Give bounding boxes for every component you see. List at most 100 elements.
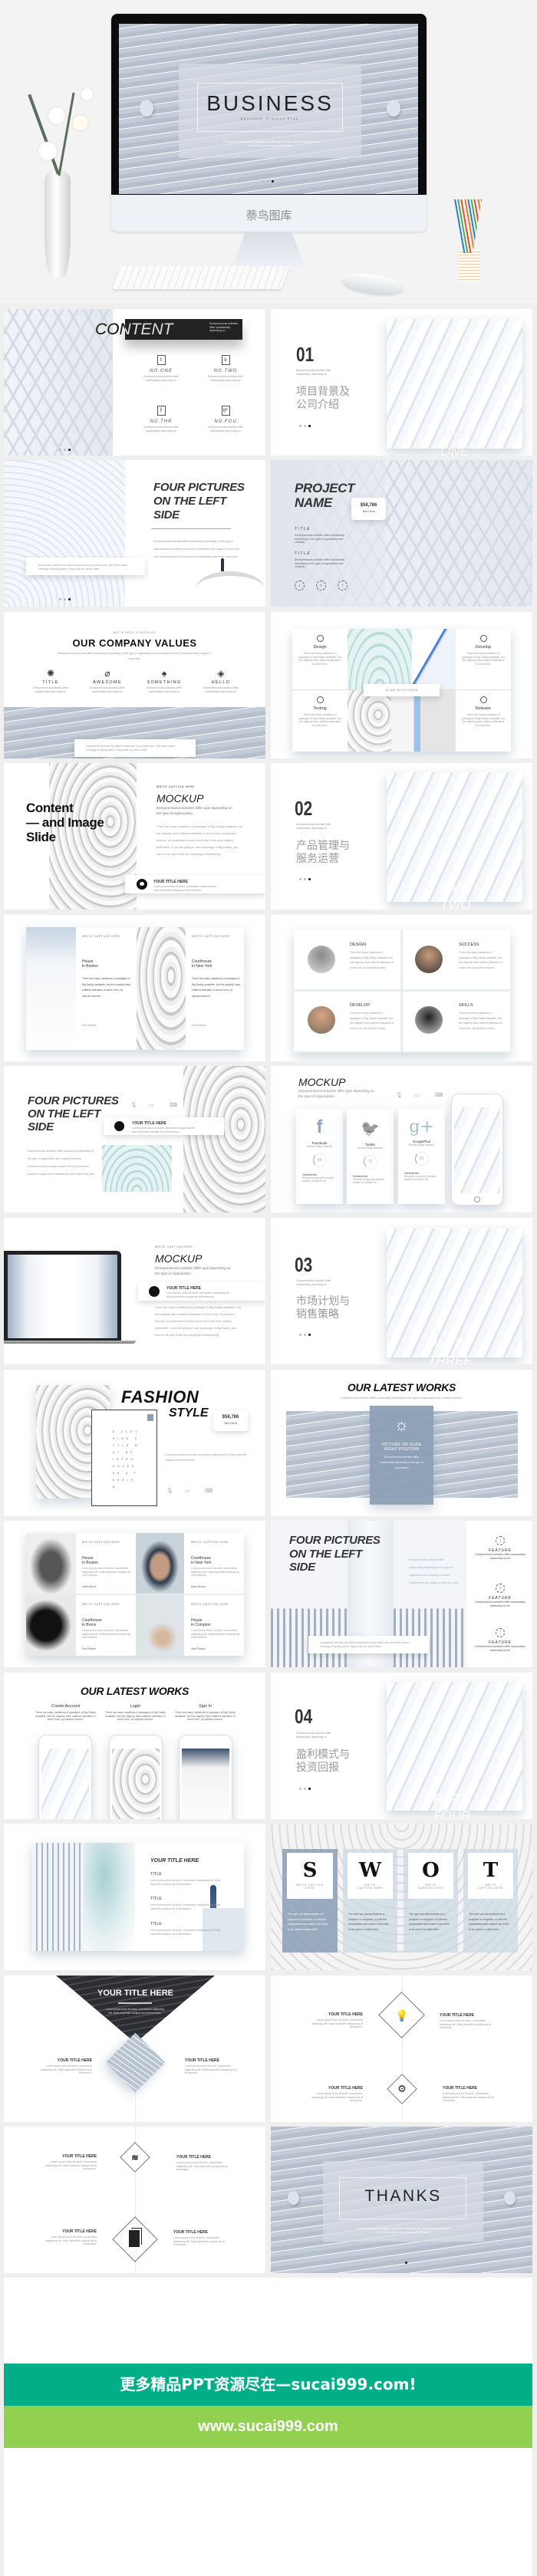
quote-icon: “ (394, 321, 410, 356)
microphone-icon[interactable]: 🎙 (166, 1488, 173, 1494)
slide-features[interactable]: FOUR PICTURES ON THE LEFT SIDE Entrepreneu… (271, 1521, 532, 1667)
team-card[interactable]: SKILLS There are many variations of pass… (403, 992, 510, 1051)
slide-four-pictures[interactable]: FOUR PICTURES ON THE LEFT SIDE Entrepreneu… (4, 460, 265, 607)
icon-item[interactable]: Testing There are many variations of pas… (298, 696, 341, 727)
social-card[interactable]: f Facebook Human Ways Itinerary 45 Gener… (296, 1109, 343, 1204)
slide-swot[interactable]: S WRITE CAPTION HERE The user can demons… (271, 1824, 532, 1970)
slide-part-three[interactable]: 03 Entrepreneurial activities differ sub… (271, 1218, 532, 1364)
section-title: 产品管理与 服务运营 (296, 840, 350, 865)
site-url-link[interactable]: www.sucai999.com (4, 2406, 532, 2448)
swot-card[interactable]: T WRITE CAPTION HERE The user can demons… (463, 1849, 518, 1953)
value-item[interactable]: ♠ SOMETHING Entrepreneurial activities d… (141, 668, 187, 693)
slide-fashion-style[interactable]: A CLOTHING STYLE MAY BE INTRODUCED AS A … (4, 1370, 265, 1516)
slide-social-mockup[interactable]: MOCKUP Entrepreneurial activities differ… (271, 1066, 532, 1212)
content-item[interactable]: f NO.THR Entrepreneurial activities diff… (134, 406, 188, 434)
quote-box: A wonderful serenity has taken possessio… (74, 739, 196, 757)
app-column[interactable]: Sign In There are many variations of pas… (173, 1704, 238, 1722)
swot-card[interactable]: S WRITE CAPTION HERE The user can demons… (282, 1849, 338, 1953)
title-box[interactable]: YOUR TITLE HERE Lorem ipsum dolor sit am… (125, 875, 265, 893)
flowers (19, 77, 115, 176)
person-card[interactable]: WRITE CAPTION HERE Courthouse in Bronx L… (82, 1603, 132, 1650)
arrow-up-icon[interactable]: ↑ (338, 581, 348, 591)
title-box[interactable]: YOUR TITLE HERE Lorem ipsum dolor sit am… (138, 1282, 265, 1301)
pie-chart-icon (479, 696, 487, 703)
businessman-figure (221, 558, 224, 571)
feature-item[interactable]: ○ FEATURE Entrepreneurial activities dif… (473, 1584, 527, 1607)
microphone-icon[interactable]: 🎙 (396, 1092, 403, 1098)
screen-subtitle: Business Project Plan (240, 117, 300, 120)
icon-item[interactable]: Develop There are many variations of pas… (462, 635, 505, 666)
slide-project-name[interactable]: PROJECT NAME $58,786 Text Here TITLE Entr… (271, 460, 532, 607)
person-card[interactable]: WRITE CAPTION HERE House in Boston Lorem… (82, 1541, 132, 1588)
slide-team[interactable]: DESIGN There are many variations of pass… (271, 915, 532, 1061)
slide-part-one[interactable]: 01 Entrepreneurial activities differ sub… (271, 309, 532, 456)
slide-people[interactable]: WRITE CAPTION HERE House in Boston Lorem… (4, 1521, 265, 1667)
twitter-icon: 🐦 (361, 1120, 380, 1137)
title-box[interactable]: YOUR TITLE HERE Lorem ipsum dolor sit am… (104, 1117, 224, 1135)
value-item[interactable]: ⌀ AWESOME Entrepreneurial activities dif… (84, 668, 130, 693)
monitor: BUSINESS Business Project Plan Lorem ips… (111, 14, 427, 232)
feature-item[interactable]: ↓ FEATURE Entrepreneurial activities dif… (473, 1536, 527, 1560)
slide-titles[interactable]: YOUR TITLE HERE TITLE Lorem ipsum dolor … (4, 1824, 265, 1970)
slide-thanks[interactable]: THANKS Lorem ipsum dolor sit amet, conse… (271, 2127, 532, 2273)
caption-card[interactable]: WRITE CAPTION HERE House in Boston There… (82, 935, 132, 1028)
microphone-icon[interactable]: 🎙 (130, 1102, 137, 1108)
slide-four-pictures-2[interactable]: FOUR PICTURES ON THE LEFT SIDE 🎙 ▭ ⌨ YOUR … (4, 1066, 265, 1212)
laptop-icon[interactable]: ⌨ (435, 1092, 443, 1098)
swot-card[interactable]: W WRITE CAPTION HERE The user can demons… (343, 1849, 397, 1953)
slide-latest-works[interactable]: OUR LATEST WORKS Entrepreneurial activit… (271, 1370, 532, 1516)
social-card[interactable]: g+ GooglePlus Human Ways Itinerary 23 Ge… (398, 1109, 445, 1204)
quote-box: A wonderful serenity has taken possessio… (308, 1636, 429, 1653)
phone-mockup (451, 1094, 503, 1206)
slide-content-image[interactable]: Content — and Image Slide WRITE CAPTION HE… (4, 763, 265, 910)
slide-apps[interactable]: OUR LATEST WORKS Create Account There ar… (4, 1673, 265, 1819)
icon-item[interactable]: Design There are many variations of pass… (298, 635, 341, 666)
divider (151, 528, 231, 529)
slide-captions[interactable]: WRITE CAPTION HERE House in Boston There… (4, 915, 265, 1061)
slide-laptop-mockup[interactable]: WRITE CAPTION HERE MOCKUP Entrepreneuria… (4, 1218, 265, 1364)
laptop-icon[interactable]: ⌨ (205, 1488, 212, 1494)
icon-item[interactable]: Release There are many variations of pas… (462, 696, 505, 727)
quote-box: A wonderful serenity has taken possessio… (26, 558, 145, 575)
avatar (415, 946, 443, 973)
value-item[interactable]: ✺ TITLE Entrepreneurial activities diffe… (28, 668, 74, 693)
team-card[interactable]: DESIGN There are many variations of pass… (294, 930, 400, 989)
video-icon[interactable]: ▭ (414, 1092, 420, 1098)
team-card[interactable]: DEVELOP There are many variations of pas… (294, 992, 400, 1051)
slide-diagram-1[interactable]: 💡 ⚙ YOUR TITLE HERE Lorem ipsum dolor si… (271, 1976, 532, 2122)
person-card[interactable]: WRITE CAPTION HERE Courthouse in New Yor… (191, 1541, 241, 1588)
laptop-mockup (4, 1251, 121, 1342)
arrow-down-icon[interactable]: ↓ (295, 581, 305, 591)
swot-card[interactable]: O WRITE CAPTION HERE The user can demons… (404, 1849, 458, 1953)
slide-triangle[interactable]: YOUR TITLE HERE Lorem ipsum dolor sit am… (4, 1976, 265, 2122)
circle-icon[interactable]: ○ (316, 581, 326, 591)
title-card: THANKS Lorem ipsum dolor sit amet, conse… (323, 2161, 483, 2242)
slide-content[interactable]: Entrepreneurial activities differ substa… (4, 309, 265, 456)
value-item[interactable]: ◈ HELLO Entrepreneurial activities diffe… (198, 668, 244, 693)
slide-company-values[interactable]: WRITE HERE SOMETHING OUR COMPANY VALUES … (4, 612, 265, 758)
slide-part-two[interactable]: 02 Entrepreneurial activities differ sub… (271, 763, 532, 910)
team-card[interactable]: SUCCESS There are many variations of pas… (403, 930, 510, 989)
slide-title: OUR COMPANY VALUES (72, 637, 197, 649)
social-card[interactable]: 🐦 Twitter Human Ways Itinerary 72 Genera… (347, 1109, 394, 1204)
wifi-icon: ≋ (131, 2153, 139, 2163)
video-icon[interactable]: ▭ (149, 1102, 154, 1108)
app-column[interactable]: Create Account There are many variations… (33, 1704, 98, 1722)
content-item[interactable]: v NO.TWO Entrepreneurial activities diff… (199, 355, 252, 383)
feature-item[interactable]: ↑ FEATURE Entrepreneurial activities dif… (473, 1628, 527, 1652)
video-icon[interactable]: ▭ (185, 1488, 190, 1494)
slide-with-icons[interactable]: Design There are many variations of pass… (271, 612, 532, 758)
promo-banner[interactable]: 更多精品PPT资源尽在—sucai999.com! (4, 2364, 532, 2406)
slide-diagram-2[interactable]: ≋ YOUR TITLE HERE Lorem ipsum dolor sit … (4, 2127, 265, 2273)
app-column[interactable]: Login There are many variations of passa… (103, 1704, 168, 1722)
wave-diamond (105, 2032, 166, 2093)
content-item[interactable]: t NO.ONE Entrepreneurial activities diff… (134, 355, 188, 383)
pie-chart-icon (316, 635, 324, 642)
caption-card[interactable]: WRITE CAPTION HERE Courthouse in New Yor… (192, 935, 242, 1028)
laptop-icon[interactable]: ⌨ (170, 1102, 177, 1108)
content-item[interactable]: g+ NO.FOU Entrepreneurial activities dif… (199, 406, 252, 434)
monitor-screen: BUSINESS Business Project Plan Lorem ips… (119, 24, 418, 194)
slide-part-four[interactable]: 04 Entrepreneurial activities differ sub… (271, 1673, 532, 1819)
content-title: CONTENT (95, 321, 173, 338)
person-card[interactable]: WRITE CAPTION HERE House in Compton Lore… (191, 1603, 241, 1650)
